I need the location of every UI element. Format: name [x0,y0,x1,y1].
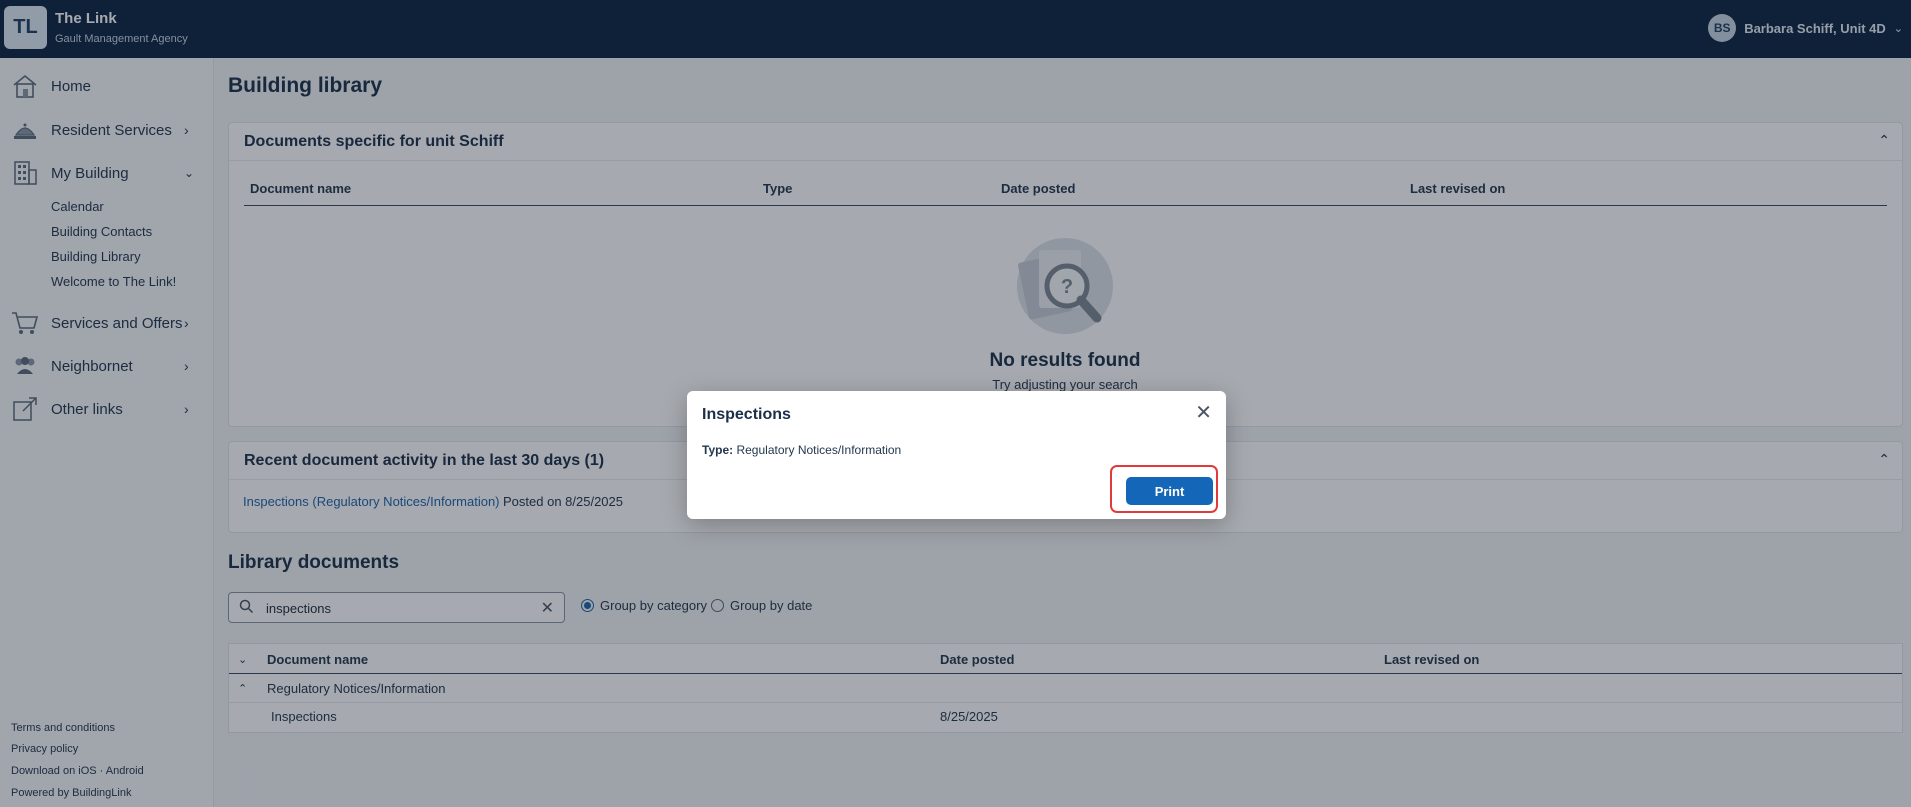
print-button[interactable]: Print [1126,477,1213,505]
document-dialog: Inspections ✕ Type: Regulatory Notices/I… [687,391,1226,519]
type-label: Type: [702,443,734,457]
type-value: Regulatory Notices/Information [736,443,902,457]
dialog-type: Type: Regulatory Notices/Information [702,443,901,457]
close-icon[interactable]: ✕ [1195,403,1212,423]
dialog-title: Inspections [702,406,791,423]
